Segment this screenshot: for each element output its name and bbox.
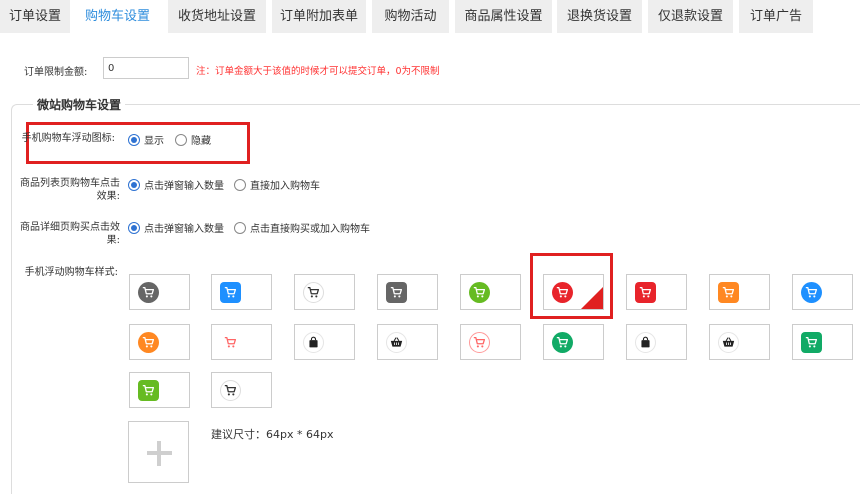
cart-style-option[interactable] xyxy=(792,274,853,310)
radio-label: 显示 xyxy=(144,136,164,147)
bag-icon xyxy=(635,332,656,353)
cart-style-option[interactable] xyxy=(377,274,438,310)
cart-style-option[interactable] xyxy=(129,372,190,408)
detail-click-direct-radio[interactable]: 点击直接购买或加入购物车 xyxy=(234,220,370,235)
radio-dot xyxy=(234,221,246,234)
cart-icon xyxy=(801,282,822,303)
tab-return-exchange[interactable]: 退换货设置 xyxy=(557,0,642,33)
cart-style-option[interactable] xyxy=(709,324,770,360)
tab-address-settings[interactable]: 收货地址设置 xyxy=(168,0,266,33)
order-limit-note: 注：订单金额大于该值的时候才可以提交订单，0为不限制 xyxy=(196,66,440,77)
detail-click-popup-radio[interactable]: 点击弹窗输入数量 xyxy=(128,220,224,235)
size-hint: 建议尺寸：64px * 64px xyxy=(211,428,334,441)
cart-icon xyxy=(469,332,490,353)
basket-icon xyxy=(386,332,407,353)
radio-dot xyxy=(175,133,187,146)
cart-style-option[interactable] xyxy=(129,274,190,310)
tab-cart-settings[interactable]: 购物车设置 xyxy=(75,0,160,33)
cart-icon xyxy=(138,380,159,401)
float-icon-show-radio[interactable]: 显示 xyxy=(128,132,164,147)
cart-style-option[interactable] xyxy=(543,274,604,310)
tab-product-attributes[interactable]: 商品属性设置 xyxy=(455,0,552,33)
cart-icon xyxy=(220,282,241,303)
cart-style-option[interactable] xyxy=(626,274,687,310)
cart-style-option[interactable] xyxy=(460,324,521,360)
tab-order-ads[interactable]: 订单广告 xyxy=(739,0,813,33)
cart-icon xyxy=(138,282,159,303)
tab-refund-only[interactable]: 仅退款设置 xyxy=(648,0,733,33)
cart-style-option[interactable] xyxy=(129,324,190,360)
cart-icon xyxy=(469,282,490,303)
cart-icon xyxy=(552,332,573,353)
list-click-label: 商品列表页购物车点击效果: xyxy=(20,178,120,202)
cart-icon xyxy=(635,282,656,303)
radio-label: 直接加入购物车 xyxy=(250,181,320,192)
cart-style-option[interactable] xyxy=(626,324,687,360)
radio-dot xyxy=(128,178,140,191)
cart-style-label: 手机浮动购物车样式: xyxy=(24,267,118,278)
order-limit-input[interactable] xyxy=(103,57,189,79)
order-limit-label: 订单限制金额: xyxy=(24,67,88,78)
list-click-popup-radio[interactable]: 点击弹窗输入数量 xyxy=(128,177,224,192)
cart-style-option[interactable] xyxy=(792,324,853,360)
cart-style-option[interactable] xyxy=(294,324,355,360)
radio-dot xyxy=(128,221,140,234)
cart-icon xyxy=(718,282,739,303)
cart-icon xyxy=(138,332,159,353)
float-icon-hide-radio[interactable]: 隐藏 xyxy=(175,132,211,147)
cart-style-option[interactable] xyxy=(211,372,272,408)
upload-icon-button[interactable] xyxy=(128,421,189,483)
cart-style-option[interactable] xyxy=(377,324,438,360)
detail-click-label: 商品详细页购买点击效果: xyxy=(20,222,120,246)
cart-icon xyxy=(801,332,822,353)
float-icon-label: 手机购物车浮动图标: xyxy=(21,133,115,144)
bag-icon xyxy=(303,332,324,353)
list-click-direct-radio[interactable]: 直接加入购物车 xyxy=(234,177,320,192)
tab-shopping-activity[interactable]: 购物活动 xyxy=(372,0,449,33)
cart-icon xyxy=(220,332,241,353)
cart-style-option[interactable] xyxy=(709,274,770,310)
cart-style-option[interactable] xyxy=(460,274,521,310)
tab-order-settings[interactable]: 订单设置 xyxy=(0,0,70,33)
plus-icon-vertical xyxy=(157,441,161,466)
radio-label: 点击弹窗输入数量 xyxy=(144,181,224,192)
radio-label: 点击直接购买或加入购物车 xyxy=(250,224,370,235)
cart-icon xyxy=(220,380,241,401)
tab-order-extra-form[interactable]: 订单附加表单 xyxy=(272,0,366,33)
radio-label: 点击弹窗输入数量 xyxy=(144,224,224,235)
cart-style-option[interactable] xyxy=(294,274,355,310)
cart-icon xyxy=(303,282,324,303)
basket-icon xyxy=(718,332,739,353)
tab-bar: 订单设置 购物车设置 收货地址设置 订单附加表单 购物活动 商品属性设置 退换货… xyxy=(0,0,860,33)
cart-style-option[interactable] xyxy=(211,274,272,310)
cart-style-option[interactable] xyxy=(211,324,272,360)
radio-dot xyxy=(128,133,140,146)
radio-dot xyxy=(234,178,246,191)
section-title: 微站购物车设置 xyxy=(33,96,126,113)
radio-label: 隐藏 xyxy=(191,136,211,147)
cart-icon xyxy=(386,282,407,303)
cart-icon xyxy=(552,282,573,303)
cart-style-option[interactable] xyxy=(543,324,604,360)
